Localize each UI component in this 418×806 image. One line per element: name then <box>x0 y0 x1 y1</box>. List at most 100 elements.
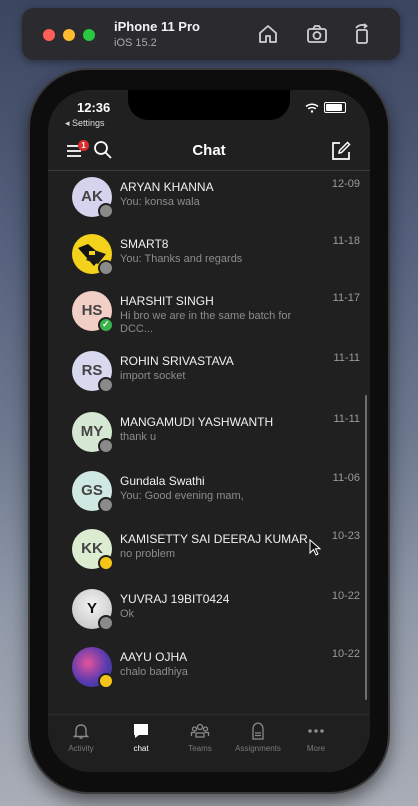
tab-label: Assignments <box>235 744 281 753</box>
chat-row[interactable]: GS Gundala Swathi You: Good evening mam,… <box>48 467 370 525</box>
chat-name: MANGAMUDI YASHWANTH <box>120 415 274 429</box>
bell-icon <box>72 724 90 739</box>
avatar <box>72 647 114 689</box>
tab-teams[interactable]: Teams <box>170 721 230 753</box>
back-to-settings-link[interactable]: ◂ Settings <box>65 118 105 129</box>
wifi-icon <box>305 103 319 113</box>
chat-row[interactable]: RS ROHIN SRIVASTAVA import socket 11-11 <box>48 347 370 405</box>
chat-name: ARYAN KHANNA <box>120 180 214 194</box>
chat-date: 11-11 <box>333 352 360 364</box>
chat-preview: no problem <box>120 548 176 560</box>
presence-away-indicator <box>98 673 114 689</box>
presence-indicator <box>98 615 114 631</box>
simulator-device-name: iPhone 11 Pro <box>114 19 200 34</box>
close-window-button[interactable] <box>43 29 55 41</box>
chat-date: 10-22 <box>331 590 360 602</box>
presence-indicator <box>98 260 114 276</box>
chat-row[interactable]: AAYU OJHA chalo badhiya 10-22 <box>48 643 370 701</box>
chat-date: 10-22 <box>331 648 360 660</box>
tab-label: More <box>306 744 326 753</box>
avatar: AK <box>72 177 114 219</box>
avatar-initials: RS <box>81 362 103 379</box>
page-title: Chat <box>192 142 226 159</box>
chat-name: HARSHIT SINGH <box>120 294 214 308</box>
minimize-window-button[interactable] <box>63 29 75 41</box>
chat-header: 1 Chat <box>48 134 370 171</box>
tab-chat[interactable]: chat <box>111 721 171 753</box>
chat-row[interactable]: AK ARYAN KHANNA You: konsa wala 12-09 <box>48 173 370 231</box>
avatar: HS <box>72 291 114 333</box>
avatar-initials: Y <box>86 600 97 617</box>
chat-date: 10-23 <box>331 530 360 542</box>
avatar: MY <box>72 412 114 454</box>
battery-icon <box>324 102 346 113</box>
chat-name: KAMISETTY SAI DEERAJ KUMAR <box>120 532 308 546</box>
chat-preview: chalo badhiya <box>120 666 188 678</box>
tab-label: Activity <box>68 744 94 753</box>
chat-row[interactable]: MY MANGAMUDI YASHWANTH thank u 11-11 <box>48 408 370 466</box>
presence-indicator <box>98 497 114 513</box>
more-icon <box>308 729 324 733</box>
avatar-initials: MY <box>80 423 104 440</box>
chat-preview: You: konsa wala <box>120 196 200 208</box>
chat-date: 11-11 <box>333 413 360 425</box>
notch <box>128 90 290 120</box>
status-time: 12:36 <box>77 100 111 115</box>
chat-name: ROHIN SRIVASTAVA <box>120 354 234 368</box>
zoom-window-button[interactable] <box>83 29 95 41</box>
presence-indicator <box>98 377 114 393</box>
presence-away-indicator <box>98 555 114 571</box>
phone-frame: 12:36 ◂ Settings 1 Chat AK ARYAN KHANNA … <box>30 70 388 792</box>
chat-date: 11-06 <box>332 472 360 484</box>
status-icons <box>305 102 346 113</box>
avatar-initials: KK <box>81 540 103 557</box>
presence-available-indicator <box>98 317 114 333</box>
presence-indicator <box>98 203 114 219</box>
chat-row[interactable]: HS HARSHIT SINGH Hi bro we are in the sa… <box>48 287 370 345</box>
chat-preview: You: Thanks and regards <box>120 253 243 265</box>
chat-preview: You: Good evening mam, <box>120 490 244 502</box>
compose-icon[interactable] <box>330 140 352 162</box>
rotate-icon[interactable] <box>350 22 374 46</box>
presence-indicator <box>98 438 114 454</box>
tab-label: Teams <box>188 744 212 753</box>
avatar: GS <box>72 471 114 513</box>
chat-name: AAYU OJHA <box>120 650 188 664</box>
avatar-initials: AK <box>81 188 103 205</box>
tab-bar: Activity chat Teams Assignments More <box>48 714 370 772</box>
chat-icon <box>134 724 148 738</box>
chat-preview: thank u <box>120 431 157 443</box>
chat-date: 11-18 <box>332 235 360 247</box>
tab-assignments[interactable]: Assignments <box>228 721 288 753</box>
assignments-icon <box>252 722 264 740</box>
chat-row[interactable]: SMART8 You: Thanks and regards 11-18 <box>48 230 370 288</box>
chat-name: SMART8 <box>120 237 169 251</box>
home-icon[interactable] <box>256 22 280 46</box>
chat-date: 12-09 <box>331 178 360 190</box>
chat-preview: Ok <box>120 608 135 620</box>
avatar <box>72 234 114 276</box>
chat-date: 11-17 <box>332 292 360 304</box>
avatar-initials: GS <box>81 482 103 499</box>
tab-label: chat <box>133 744 149 753</box>
avatar-initials: HS <box>81 302 103 319</box>
chat-name: Gundala Swathi <box>120 474 205 488</box>
phone-screen: 12:36 ◂ Settings 1 Chat AK ARYAN KHANNA … <box>48 90 370 772</box>
simulator-os-version: iOS 15.2 <box>114 37 157 49</box>
avatar: KK <box>72 529 114 571</box>
simulator-toolbar: iPhone 11 Pro iOS 15.2 <box>22 8 400 60</box>
tab-activity[interactable]: Activity <box>51 721 111 753</box>
avatar: RS <box>72 351 114 393</box>
chat-row[interactable]: Y YUVRAJ 19BIT0424 Ok 10-22 <box>48 585 370 643</box>
avatar: Y <box>72 589 114 631</box>
chat-name: YUVRAJ 19BIT0424 <box>120 592 230 606</box>
chat-preview: Hi bro we are in the same batch for DCC.… <box>120 310 292 335</box>
chat-row[interactable]: KK KAMISETTY SAI DEERAJ KUMAR no problem… <box>48 525 370 583</box>
scrollbar[interactable] <box>365 395 367 700</box>
mouse-cursor-icon <box>309 538 322 557</box>
chat-list[interactable]: AK ARYAN KHANNA You: konsa wala 12-09 SM… <box>48 171 370 711</box>
teams-icon <box>190 723 210 738</box>
chat-preview: import socket <box>120 370 186 382</box>
screenshot-icon[interactable] <box>305 22 329 46</box>
tab-more[interactable]: More <box>286 721 346 753</box>
